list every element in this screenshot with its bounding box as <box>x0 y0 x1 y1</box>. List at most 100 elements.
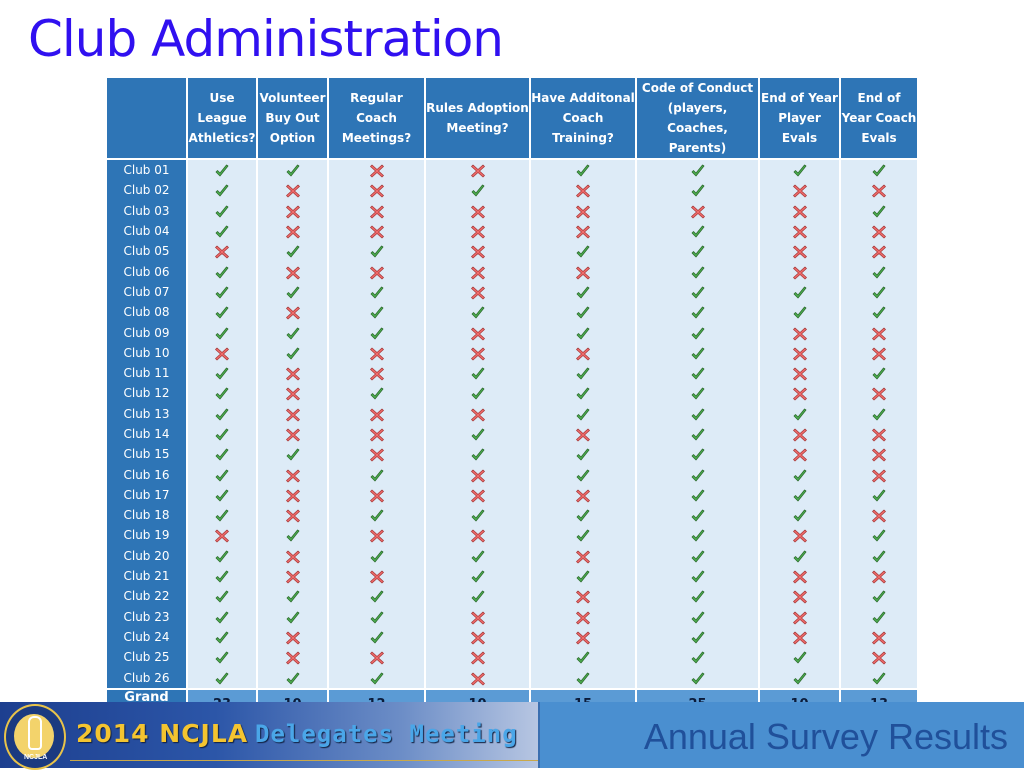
checkmark-icon <box>575 650 591 666</box>
table-body: Club 01 Club 02 Club 03 Club 04 Club 05 Club … <box>107 157 917 689</box>
checkmark-icon <box>285 244 301 260</box>
status-cell <box>186 180 257 201</box>
footer-subtitle-panel: Annual Survey Results <box>538 702 1024 768</box>
status-cell <box>186 342 257 363</box>
status-cell <box>256 464 328 485</box>
status-cell <box>635 261 759 282</box>
status-cell <box>424 525 530 546</box>
status-cell <box>186 626 257 648</box>
table-row: Club 02 <box>107 180 917 201</box>
status-cell <box>839 464 917 485</box>
status-cell <box>186 505 257 526</box>
club-name: Club 22 <box>107 586 187 607</box>
cross-icon <box>285 265 301 281</box>
club-name: Club 10 <box>107 342 187 363</box>
status-cell <box>635 667 759 689</box>
table-row: Club 06 <box>107 261 917 282</box>
cross-icon <box>285 468 301 484</box>
status-cell <box>839 423 917 445</box>
checkmark-icon <box>470 589 486 605</box>
cross-icon <box>575 224 591 240</box>
status-cell <box>635 525 759 546</box>
status-cell <box>424 220 530 242</box>
status-cell <box>839 545 917 566</box>
status-cell <box>424 423 530 445</box>
status-cell <box>635 464 759 485</box>
cross-icon <box>470 528 486 544</box>
cross-icon <box>792 244 808 260</box>
footer-subtitle: Annual Survey Results <box>643 716 1008 757</box>
checkmark-icon <box>792 508 808 524</box>
checkmark-icon <box>792 407 808 423</box>
status-cell <box>424 362 530 384</box>
cross-icon <box>470 326 486 342</box>
checkmark-icon <box>690 508 706 524</box>
cross-icon <box>369 528 385 544</box>
checkmark-icon <box>369 610 385 626</box>
status-cell <box>758 565 840 587</box>
cross-icon <box>470 244 486 260</box>
checkmark-icon <box>214 265 230 281</box>
status-cell <box>327 241 425 262</box>
cross-icon <box>285 386 301 402</box>
status-cell <box>839 241 917 262</box>
checkmark-icon <box>792 285 808 301</box>
status-cell <box>327 302 425 323</box>
cross-icon <box>285 204 301 220</box>
status-cell <box>758 302 840 323</box>
status-cell <box>256 383 328 404</box>
checkmark-icon <box>214 508 230 524</box>
cross-icon <box>575 589 591 605</box>
table-row: Club 26 <box>107 667 917 689</box>
status-cell <box>256 322 328 343</box>
checkmark-icon <box>575 528 591 544</box>
status-cell <box>839 342 917 363</box>
table-row: Club 21 <box>107 565 917 587</box>
status-cell <box>635 302 759 323</box>
cross-icon <box>369 366 385 382</box>
status-cell <box>758 342 840 363</box>
status-cell <box>529 586 636 607</box>
status-cell <box>186 157 257 181</box>
status-cell <box>327 403 425 424</box>
checkmark-icon <box>690 366 706 382</box>
status-cell <box>635 565 759 587</box>
checkmark-icon <box>871 407 887 423</box>
status-cell <box>839 667 917 689</box>
status-cell <box>635 180 759 201</box>
table-row: Club 12 <box>107 383 917 404</box>
status-cell <box>529 362 636 384</box>
cross-icon <box>792 265 808 281</box>
cross-icon <box>285 508 301 524</box>
checkmark-icon <box>214 305 230 321</box>
checkmark-icon <box>285 610 301 626</box>
cross-icon <box>792 427 808 443</box>
status-cell <box>424 484 530 506</box>
status-cell <box>635 606 759 627</box>
checkmark-icon <box>214 285 230 301</box>
cross-icon <box>792 366 808 382</box>
checkmark-icon <box>214 447 230 463</box>
status-cell <box>758 281 840 303</box>
status-cell <box>635 505 759 526</box>
table-row: Club 15 <box>107 444 917 465</box>
status-cell <box>186 586 257 607</box>
status-cell <box>327 342 425 363</box>
status-cell <box>839 200 917 221</box>
status-cell <box>186 200 257 221</box>
status-cell <box>424 200 530 221</box>
cross-icon <box>575 549 591 565</box>
status-cell <box>186 302 257 323</box>
status-cell <box>327 667 425 689</box>
checkmark-icon <box>690 163 706 179</box>
status-cell <box>758 157 840 181</box>
cross-icon <box>369 183 385 199</box>
status-cell <box>424 545 530 566</box>
cross-icon <box>871 508 887 524</box>
status-cell <box>327 444 425 465</box>
status-cell <box>839 606 917 627</box>
cross-icon <box>214 528 230 544</box>
status-cell <box>424 626 530 648</box>
checkmark-icon <box>575 407 591 423</box>
club-name: Club 12 <box>107 383 187 404</box>
